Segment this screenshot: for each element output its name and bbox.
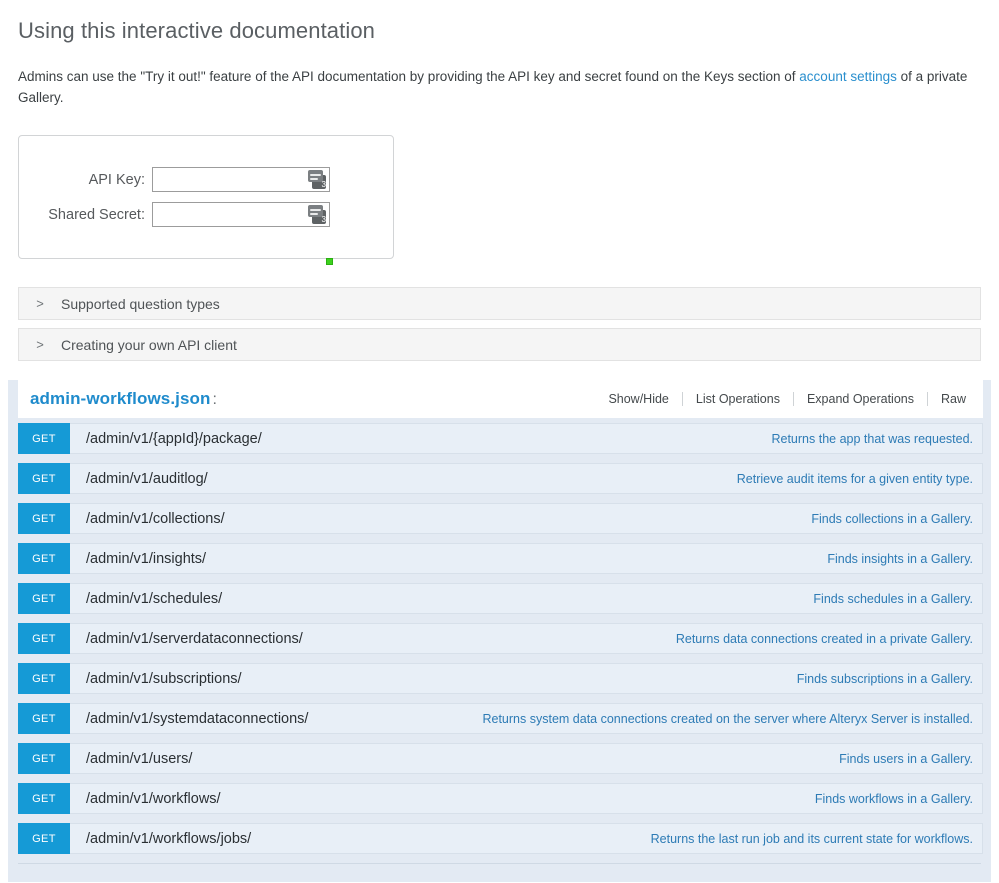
operation-description: Finds insights in a Gallery.: [827, 551, 973, 566]
accordion-item-supported-question-types[interactable]: > Supported question types: [18, 287, 981, 320]
operation-path[interactable]: /admin/v1/serverdataconnections/: [70, 624, 303, 653]
expand-operations-link[interactable]: Expand Operations: [794, 392, 927, 406]
operations-list: GET/admin/v1/{appId}/package/Returns the…: [8, 418, 991, 854]
swagger-header-links: Show/Hide List Operations Expand Operati…: [595, 392, 979, 406]
operation-path[interactable]: /admin/v1/insights/: [70, 544, 206, 573]
credentials-form: API Key: 3 Shared Secret: 3: [18, 135, 394, 265]
chevron-right-icon: >: [36, 337, 44, 352]
operation-row[interactable]: GET/admin/v1/workflows/Finds workflows i…: [18, 783, 983, 814]
page-title: Using this interactive documentation: [18, 18, 376, 43]
http-method-badge: GET: [18, 783, 70, 814]
password-manager-icon[interactable]: 3: [308, 205, 327, 224]
shared-secret-input[interactable]: [152, 202, 330, 227]
http-method-badge: GET: [18, 543, 70, 574]
operation-row[interactable]: GET/admin/v1/serverdataconnections/Retur…: [18, 623, 983, 654]
raw-link[interactable]: Raw: [928, 392, 979, 406]
operation-path[interactable]: /admin/v1/auditlog/: [70, 464, 208, 493]
operation-description: Finds workflows in a Gallery.: [814, 791, 973, 806]
article-body: Using this interactive documentation Adm…: [0, 0, 999, 361]
operation-row[interactable]: GET/admin/v1/workflows/jobs/Returns the …: [18, 823, 983, 854]
http-method-badge: GET: [18, 703, 70, 734]
operation-description: Finds collections in a Gallery.: [811, 511, 973, 526]
intro-paragraph: Admins can use the "Try it out!" feature…: [18, 66, 973, 108]
api-spec-colon: :: [212, 391, 218, 408]
api-key-input[interactable]: [152, 167, 330, 192]
operation-description: Returns system data connections created …: [482, 711, 973, 726]
operation-path[interactable]: /admin/v1/workflows/jobs/: [70, 824, 251, 853]
operation-description: Finds subscriptions in a Gallery.: [796, 671, 973, 686]
operation-row[interactable]: GET/admin/v1/users/Finds users in a Gall…: [18, 743, 983, 774]
http-method-badge: GET: [18, 743, 70, 774]
operation-path[interactable]: /admin/v1/users/: [70, 744, 192, 773]
intro-text-before: Admins can use the "Try it out!" feature…: [18, 69, 800, 84]
shared-secret-row: Shared Secret: 3: [19, 197, 393, 232]
api-key-label: API Key:: [88, 171, 145, 188]
password-manager-badge: 3: [321, 215, 326, 224]
shared-secret-label: Shared Secret:: [48, 206, 145, 223]
operation-row[interactable]: GET/admin/v1/collections/Finds collectio…: [18, 503, 983, 534]
operation-row[interactable]: GET/admin/v1/subscriptions/Finds subscri…: [18, 663, 983, 694]
operation-description: Retrieve audit items for a given entity …: [736, 471, 973, 486]
http-method-badge: GET: [18, 423, 70, 454]
status-indicator-dot: [326, 258, 333, 265]
password-manager-icon[interactable]: 3: [308, 170, 327, 189]
operation-row[interactable]: GET/admin/v1/{appId}/package/Returns the…: [18, 423, 983, 454]
password-manager-badge: 3: [321, 180, 326, 189]
api-spec-name: admin-workflows.json: [30, 389, 211, 408]
accordion-item-creating-your-own-api-client[interactable]: > Creating your own API client: [18, 328, 981, 361]
operation-path[interactable]: /admin/v1/subscriptions/: [70, 664, 242, 693]
operation-row[interactable]: GET/admin/v1/auditlog/Retrieve audit ite…: [18, 463, 983, 494]
operation-row[interactable]: GET/admin/v1/systemdataconnections/Retur…: [18, 703, 983, 734]
account-settings-link[interactable]: account settings: [799, 69, 897, 84]
operation-row[interactable]: GET/admin/v1/insights/Finds insights in …: [18, 543, 983, 574]
list-operations-link[interactable]: List Operations: [683, 392, 793, 406]
http-method-badge: GET: [18, 623, 70, 654]
http-method-badge: GET: [18, 663, 70, 694]
operation-path[interactable]: /admin/v1/workflows/: [70, 784, 221, 813]
operation-path[interactable]: /admin/v1/collections/: [70, 504, 225, 533]
operation-description: Finds schedules in a Gallery.: [813, 591, 973, 606]
operation-row[interactable]: GET/admin/v1/schedules/Finds schedules i…: [18, 583, 983, 614]
http-method-badge: GET: [18, 583, 70, 614]
api-spec-title: admin-workflows.json:: [30, 389, 217, 409]
api-key-row: API Key: 3: [19, 162, 393, 197]
operation-path[interactable]: /admin/v1/systemdataconnections/: [70, 704, 308, 733]
show-hide-link[interactable]: Show/Hide: [595, 392, 681, 406]
accordion: > Supported question types > Creating yo…: [18, 287, 981, 361]
accordion-item-label: Creating your own API client: [61, 336, 237, 353]
swagger-panel: admin-workflows.json: Show/Hide List Ope…: [8, 380, 991, 882]
operation-description: Returns the last run job and its current…: [650, 831, 973, 846]
http-method-badge: GET: [18, 463, 70, 494]
api-key-input-wrap: 3: [152, 167, 330, 192]
panel-tail-spacer: [8, 864, 991, 882]
operation-description: Returns data connections created in a pr…: [675, 631, 973, 646]
http-method-badge: GET: [18, 503, 70, 534]
accordion-item-label: Supported question types: [61, 295, 220, 312]
swagger-header: admin-workflows.json: Show/Hide List Ope…: [18, 380, 983, 418]
operation-description: Returns the app that was requested.: [771, 431, 973, 446]
chevron-right-icon: >: [36, 296, 44, 311]
http-method-badge: GET: [18, 823, 70, 854]
operation-path[interactable]: /admin/v1/schedules/: [70, 584, 222, 613]
shared-secret-input-wrap: 3: [152, 202, 330, 227]
operation-description: Finds users in a Gallery.: [839, 751, 973, 766]
operation-path[interactable]: /admin/v1/{appId}/package/: [70, 424, 262, 453]
